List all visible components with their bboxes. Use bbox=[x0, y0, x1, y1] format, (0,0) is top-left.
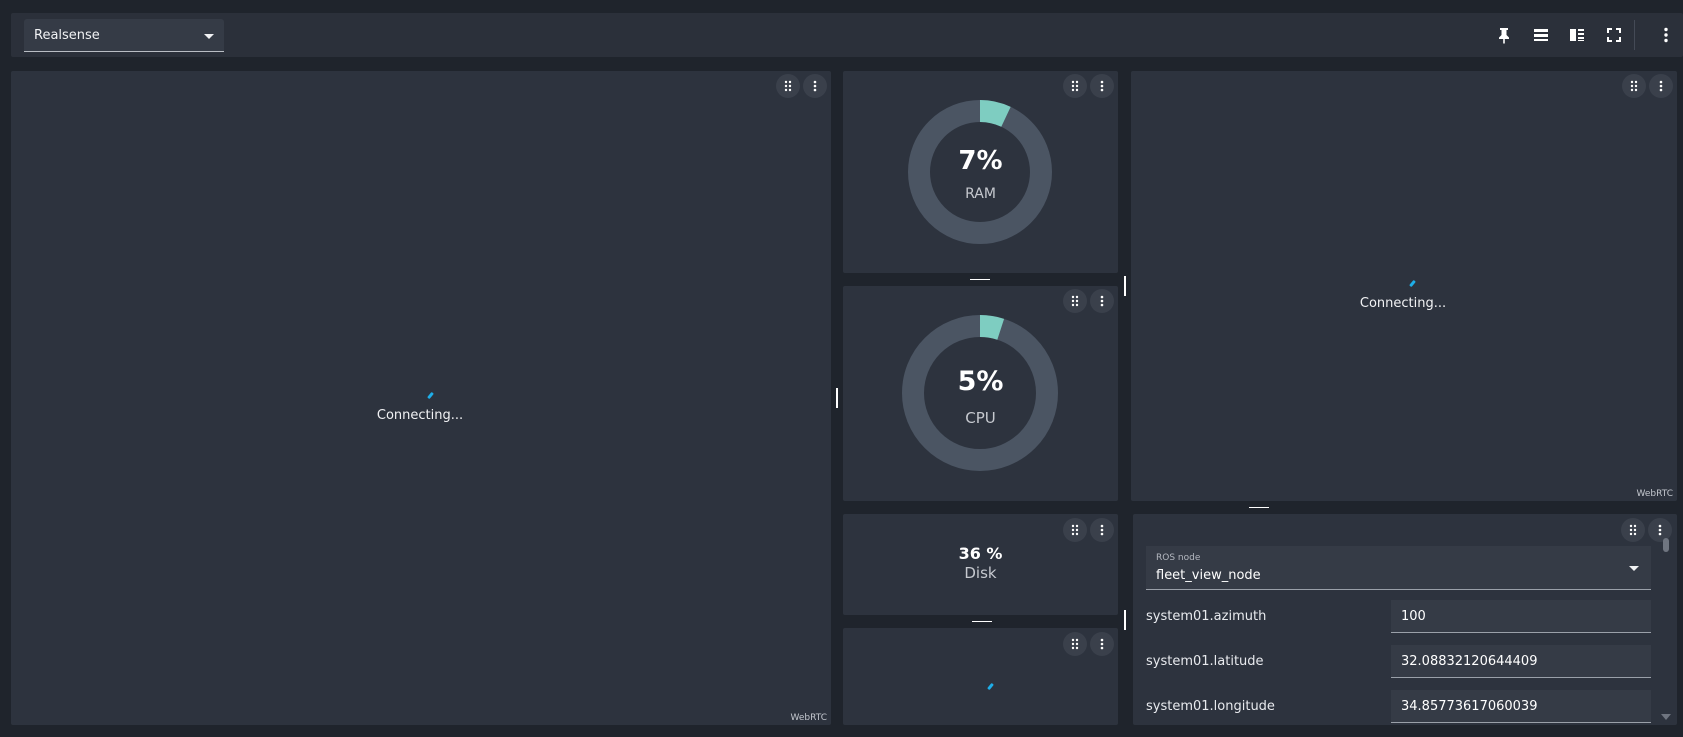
panel-menu-icon[interactable] bbox=[1090, 632, 1114, 656]
connecting-status: Connecting... bbox=[1359, 296, 1447, 311]
ros-node-value: fleet_view_node bbox=[1156, 568, 1261, 583]
horizontal-layout-icon[interactable] bbox=[1531, 25, 1551, 45]
scroll-down-icon[interactable] bbox=[1661, 714, 1671, 720]
view-select[interactable]: Realsense bbox=[24, 19, 224, 52]
ros-params-panel: ROS node fleet_view_node system01.azimut… bbox=[1133, 514, 1677, 725]
right-video-panel: Connecting... WebRTC bbox=[1131, 71, 1677, 501]
cpu-value: 5% bbox=[957, 366, 1004, 397]
chevron-down-icon bbox=[204, 34, 214, 39]
vertical-splitter[interactable] bbox=[1124, 276, 1126, 296]
webrtc-label: WebRTC bbox=[1636, 489, 1673, 499]
param-input-longitude[interactable]: 34.85773617060039 bbox=[1391, 690, 1651, 723]
disk-label: Disk bbox=[964, 564, 997, 582]
vertical-splitter[interactable] bbox=[1124, 610, 1126, 630]
param-value-azimuth: 100 bbox=[1401, 609, 1426, 624]
param-value-latitude: 32.08832120644409 bbox=[1401, 654, 1538, 669]
drag-handle-icon[interactable] bbox=[1063, 632, 1087, 656]
param-value-longitude: 34.85773617060039 bbox=[1401, 699, 1538, 714]
param-label-latitude: system01.latitude bbox=[1146, 654, 1264, 669]
drag-handle-icon[interactable] bbox=[1063, 74, 1087, 98]
view-select-value: Realsense bbox=[34, 28, 100, 43]
cpu-panel: 5% CPU bbox=[843, 286, 1118, 501]
left-video-panel: Connecting... WebRTC bbox=[11, 71, 831, 725]
horizontal-splitter[interactable] bbox=[972, 621, 992, 622]
more-vert-icon[interactable] bbox=[1656, 25, 1676, 45]
toolbar-divider bbox=[1634, 20, 1635, 50]
panel-menu-icon[interactable] bbox=[1090, 289, 1114, 313]
disk-panel: 36 % Disk bbox=[843, 514, 1118, 615]
loading-spinner-icon bbox=[987, 682, 994, 691]
pin-icon[interactable] bbox=[1494, 25, 1514, 45]
ram-label: RAM bbox=[965, 186, 996, 202]
horizontal-splitter[interactable] bbox=[970, 279, 990, 280]
chevron-down-icon bbox=[1629, 566, 1639, 571]
drag-handle-icon[interactable] bbox=[776, 74, 800, 98]
bottom-middle-panel bbox=[843, 628, 1118, 725]
panel-menu-icon[interactable] bbox=[1090, 74, 1114, 98]
drag-handle-icon[interactable] bbox=[1063, 518, 1087, 542]
drag-handle-icon[interactable] bbox=[1063, 289, 1087, 313]
loading-spinner-icon bbox=[427, 391, 434, 400]
ros-node-select[interactable]: ROS node fleet_view_node bbox=[1146, 546, 1651, 590]
panel-menu-icon[interactable] bbox=[1649, 74, 1673, 98]
param-input-azimuth[interactable]: 100 bbox=[1391, 600, 1651, 633]
cpu-label: CPU bbox=[965, 409, 996, 427]
webrtc-label: WebRTC bbox=[790, 713, 827, 723]
param-label-azimuth: system01.azimuth bbox=[1146, 609, 1267, 624]
vertical-splitter[interactable] bbox=[836, 388, 838, 408]
drag-handle-icon[interactable] bbox=[1621, 518, 1645, 542]
loading-spinner-icon bbox=[1409, 279, 1416, 288]
param-label-longitude: system01.longitude bbox=[1146, 699, 1275, 714]
ram-panel: 7% RAM bbox=[843, 71, 1118, 273]
panel-menu-icon[interactable] bbox=[803, 74, 827, 98]
connecting-status: Connecting... bbox=[376, 408, 464, 423]
top-toolbar: Realsense bbox=[11, 13, 1683, 57]
param-input-latitude[interactable]: 32.08832120644409 bbox=[1391, 645, 1651, 678]
ros-node-label: ROS node bbox=[1156, 553, 1201, 563]
disk-value: 36 % bbox=[958, 544, 1003, 563]
sidebar-layout-icon[interactable] bbox=[1567, 25, 1587, 45]
fullscreen-icon[interactable] bbox=[1604, 25, 1624, 45]
ram-value: 7% bbox=[958, 146, 1003, 176]
panel-menu-icon[interactable] bbox=[1090, 518, 1114, 542]
scrollbar-thumb[interactable] bbox=[1663, 538, 1669, 552]
horizontal-splitter[interactable] bbox=[1249, 507, 1269, 508]
drag-handle-icon[interactable] bbox=[1622, 74, 1646, 98]
